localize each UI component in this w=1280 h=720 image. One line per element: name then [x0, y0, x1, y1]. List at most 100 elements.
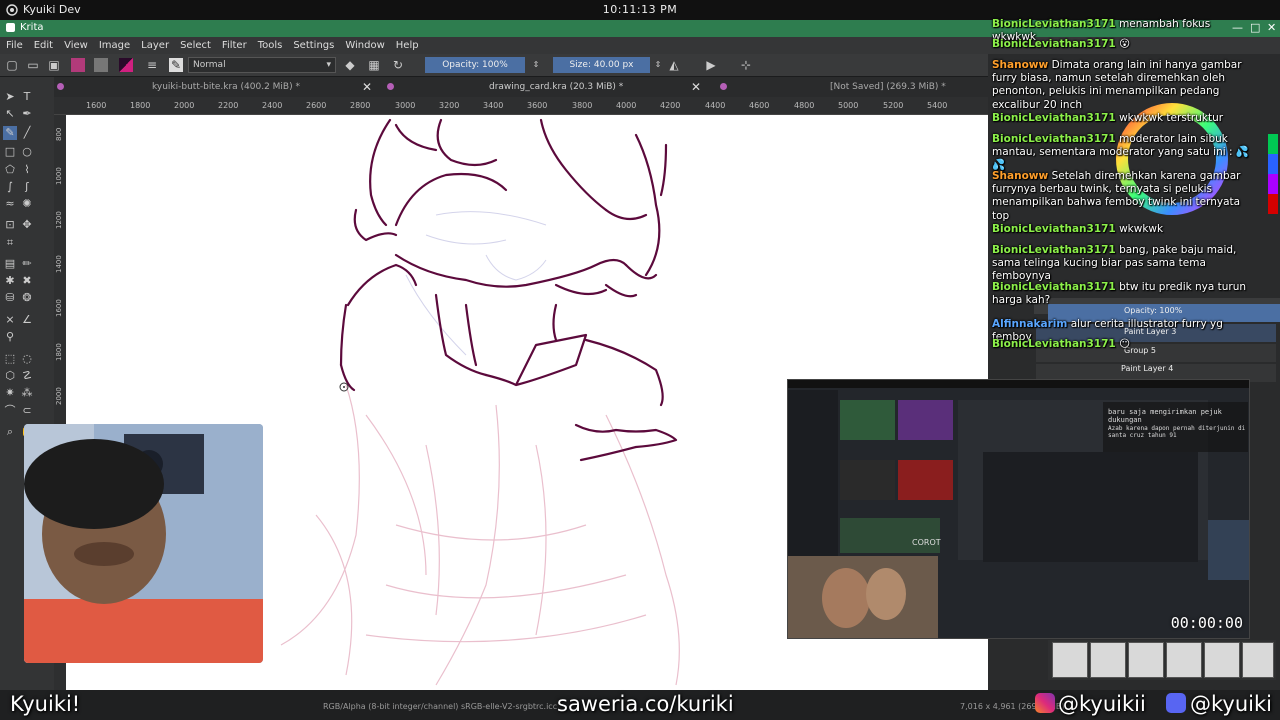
wrap-around-icon[interactable]: ⊹	[739, 58, 753, 72]
polygon-select-tool-icon[interactable]: ⬡	[3, 369, 17, 383]
chevron-down-icon: ▾	[326, 60, 331, 70]
smart-patch-tool-icon[interactable]: ✖	[20, 274, 34, 288]
chat-text: wkwkwk	[1119, 223, 1164, 235]
magnetic-select-tool-icon[interactable]: ⊂	[20, 404, 34, 418]
bezier-tool-icon[interactable]: ∫	[3, 180, 17, 194]
menu-image[interactable]: Image	[99, 40, 130, 51]
brush-preset-icon[interactable]: ✎	[169, 58, 183, 72]
gradient-swatch-icon[interactable]	[71, 58, 85, 72]
menu-tools[interactable]: Tools	[258, 40, 283, 51]
eraser-icon[interactable]: ◆	[343, 58, 357, 72]
freehand-path-tool-icon[interactable]: ʃ	[20, 180, 34, 194]
menu-edit[interactable]: Edit	[34, 40, 53, 51]
brush-settings-icon[interactable]: ≡	[145, 58, 159, 72]
color-swatch-icon[interactable]	[119, 58, 133, 72]
brush-preset-item[interactable]	[1052, 642, 1088, 678]
stream-timer: 00:00:00	[1170, 614, 1243, 632]
ellipse-tool-icon[interactable]: ○	[20, 145, 34, 159]
brush-preset-item[interactable]	[1242, 642, 1274, 678]
chat-text: 😶	[1119, 338, 1131, 350]
ruler-tick: 5400	[927, 101, 948, 110]
colorize-mask-tool-icon[interactable]: ✱	[3, 274, 17, 288]
bezier-select-tool-icon[interactable]: ⌒	[3, 404, 17, 418]
calligraphy-tool-icon[interactable]: ✒	[20, 107, 34, 121]
tab-not-saved[interactable]: [Not Saved] (269.3 MiB) *	[720, 77, 988, 97]
chat-username: BionicLeviathan3171	[992, 133, 1116, 145]
close-tab-icon[interactable]: ✕	[362, 77, 372, 97]
rectangle-tool-icon[interactable]: □	[3, 145, 17, 159]
ruler-tick: 5000	[838, 101, 859, 110]
reference-tool-icon[interactable]: ⚲	[3, 330, 17, 344]
close-button[interactable]: ✕	[1267, 21, 1276, 34]
select-shapes-tool-icon[interactable]: ➤	[3, 90, 17, 104]
blend-mode-value: Normal	[193, 60, 226, 70]
polygon-tool-icon[interactable]: ⬠	[3, 163, 17, 177]
chat-message: BionicLeviathan3171 bang, pake baju maid…	[992, 244, 1254, 284]
opacity-stepper-icon[interactable]: ⇕	[529, 58, 543, 72]
save-document-icon[interactable]: ▣	[47, 58, 61, 72]
zoom-tool-icon[interactable]: ⌕	[3, 425, 17, 439]
close-tab-icon[interactable]: ✕	[691, 77, 701, 97]
menu-view[interactable]: View	[64, 40, 88, 51]
layer-item[interactable]: Paint Layer 4	[1121, 364, 1173, 373]
pattern-swatch-icon[interactable]	[94, 58, 108, 72]
status-bar: RGB/Alpha (8-bit integer/channel) sRGB-e…	[0, 690, 1280, 720]
menu-select[interactable]: Select	[180, 40, 211, 51]
ruler-tick: 800	[55, 127, 63, 141]
mirror-vertical-icon[interactable]: ▶	[704, 58, 718, 72]
alpha-lock-icon[interactable]: ▦	[367, 58, 381, 72]
move-tool-icon[interactable]: ✥	[20, 218, 34, 232]
brush-preset-item[interactable]	[1090, 642, 1126, 678]
enclose-fill-tool-icon[interactable]: ❂	[20, 291, 34, 305]
menu-help[interactable]: Help	[396, 40, 419, 51]
screen: Kyuiki Dev 10:11:13 PM Krita — □ ✕ File …	[0, 0, 1280, 720]
rect-select-tool-icon[interactable]: ⬚	[3, 352, 17, 366]
similar-select-tool-icon[interactable]: ⁂	[20, 386, 34, 400]
mirror-horizontal-icon[interactable]: ◭	[667, 58, 681, 72]
chat-username: Shanoww	[992, 59, 1049, 71]
edit-shapes-tool-icon[interactable]: ↖	[3, 107, 17, 121]
brush-preset-item[interactable]	[1204, 642, 1240, 678]
ruler-tick: 2000	[174, 101, 195, 110]
document-tabs: kyuiki-butt-bite.kra (400.2 MiB) * ✕ dra…	[54, 77, 988, 97]
text-tool-icon[interactable]: T	[20, 90, 34, 104]
ruler-tick: 1200	[55, 211, 63, 229]
brush-preset-item[interactable]	[1166, 642, 1202, 678]
fill-tool-icon[interactable]: ⛁	[3, 291, 17, 305]
menu-settings[interactable]: Settings	[293, 40, 334, 51]
color-picker-tool-icon[interactable]: ✏	[20, 257, 34, 271]
freehand-brush-tool-icon[interactable]: ✎	[3, 126, 17, 140]
opacity-slider[interactable]: Opacity: 100%	[425, 57, 525, 73]
line-tool-icon[interactable]: ╱	[20, 126, 34, 140]
size-slider[interactable]: Size: 40.00 px	[553, 57, 650, 73]
measure-tool-icon[interactable]: ∠	[20, 313, 34, 327]
crop-tool-icon[interactable]: ⊡	[3, 218, 17, 232]
polyline-tool-icon[interactable]: ⌇	[20, 163, 34, 177]
window-title: Krita	[6, 22, 44, 33]
assistant-tool-icon[interactable]: ⨯	[3, 313, 17, 327]
brush-preset-item[interactable]	[1128, 642, 1164, 678]
blend-mode-select[interactable]: Normal ▾	[188, 57, 336, 73]
gradient-tool-icon[interactable]: ▤	[3, 257, 17, 271]
menu-file[interactable]: File	[6, 40, 23, 51]
ellipse-select-tool-icon[interactable]: ◌	[20, 352, 34, 366]
menu-layer[interactable]: Layer	[141, 40, 169, 51]
chat-username: BionicLeviathan3171	[992, 18, 1116, 30]
freehand-select-tool-icon[interactable]: ☡	[20, 369, 34, 383]
transform-tool-icon[interactable]: ⌗	[3, 236, 17, 250]
ruler-tick: 1800	[130, 101, 151, 110]
os-clock: 10:11:13 PM	[602, 3, 678, 16]
dynamic-brush-tool-icon[interactable]: ≈	[3, 197, 17, 211]
new-document-icon[interactable]: ▢	[5, 58, 19, 72]
tab-drawing-card[interactable]: drawing_card.kra (20.3 MiB) * ✕	[387, 77, 705, 97]
reload-preset-icon[interactable]: ↻	[391, 58, 405, 72]
size-stepper-icon[interactable]: ⇕	[651, 58, 665, 72]
document-icon	[720, 83, 727, 90]
ruler-tick: 2400	[262, 101, 283, 110]
multibrush-tool-icon[interactable]: ✺	[20, 197, 34, 211]
open-document-icon[interactable]: ▭	[26, 58, 40, 72]
menu-window[interactable]: Window	[345, 40, 384, 51]
menu-filter[interactable]: Filter	[222, 40, 247, 51]
tab-kyuiki-butt-bite[interactable]: kyuiki-butt-bite.kra (400.2 MiB) * ✕	[57, 77, 375, 97]
contiguous-select-tool-icon[interactable]: ✷	[3, 386, 17, 400]
